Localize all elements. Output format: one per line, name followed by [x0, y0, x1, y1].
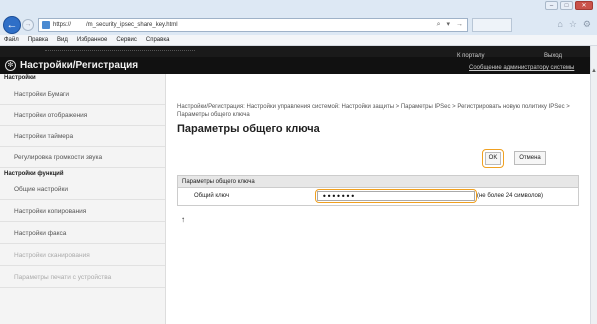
forward-arrow-icon: →: [24, 21, 32, 28]
admin-message-link[interactable]: Сообщение администратору системы: [469, 65, 574, 71]
back-arrow-icon: ←: [6, 19, 18, 31]
table-header: Параметры общего ключа: [178, 176, 578, 188]
gear-icon[interactable]: ⚙: [583, 19, 591, 30]
favicon-icon: [42, 21, 50, 29]
url-field[interactable]: https:// /m_security_ipsec_share_key.htm…: [38, 18, 468, 32]
minimize-button[interactable]: –: [545, 1, 558, 10]
sidebar-item-paper[interactable]: Настройки Бумаги: [0, 85, 165, 105]
sidebar-section-functions: Настройки функций: [4, 171, 64, 177]
dropdown-icon[interactable]: ▾: [447, 21, 451, 28]
to-portal-link[interactable]: К порталу: [457, 53, 484, 59]
search-icon[interactable]: ⌕: [437, 21, 441, 28]
sidebar-item-copy[interactable]: Настройки копирования: [0, 202, 165, 222]
table-row: Общий ключ (не более 24 символов): [178, 188, 578, 205]
header-blurred-text: [45, 50, 195, 53]
sidebar-section-settings: Настройки: [4, 75, 36, 81]
home-icon[interactable]: ⌂: [557, 19, 562, 30]
header-top-strip: [0, 46, 590, 57]
close-window-button[interactable]: ✕: [575, 1, 593, 10]
window-controls: – □ ✕: [545, 1, 593, 10]
scroll-up-icon[interactable]: ▲: [591, 68, 597, 76]
sidebar-item-common[interactable]: Общие настройки: [0, 180, 165, 200]
address-bar-row: ← → https:// /m_security_ipsec_share_key…: [0, 15, 597, 35]
shared-key-input[interactable]: [317, 191, 475, 201]
browser-menubar: Файл Правка Вид Избранное Сервис Справка: [0, 35, 597, 46]
ok-button-highlight: OK: [482, 149, 504, 168]
sidebar-item-timer[interactable]: Настройки таймера: [0, 127, 165, 147]
machine-logo-icon: ✼: [5, 60, 16, 71]
sidebar: Настройки Настройки Бумаги Настройки ото…: [0, 74, 166, 324]
page-scrollbar[interactable]: ▲: [590, 46, 597, 324]
menu-help[interactable]: Справка: [146, 37, 170, 43]
url-tools: ⌕ ▾ →: [433, 20, 463, 29]
ok-button[interactable]: OK: [485, 152, 501, 165]
cancel-button[interactable]: Отмена: [514, 151, 546, 165]
breadcrumb: Настройки/Регистрация: Настройки управле…: [177, 104, 570, 118]
sidebar-item-display[interactable]: Настройки отображения: [0, 106, 165, 126]
browser-toolbar-icons: ⌂ ☆ ⚙: [557, 19, 591, 30]
shared-key-label: Общий ключ: [194, 193, 230, 199]
browser-titlebar: – □ ✕: [0, 0, 597, 15]
back-button[interactable]: ←: [3, 16, 21, 34]
menu-file[interactable]: Файл: [4, 37, 19, 43]
sidebar-item-fax[interactable]: Настройки факса: [0, 224, 165, 244]
menu-edit[interactable]: Правка: [28, 37, 48, 43]
forward-button[interactable]: →: [22, 19, 34, 31]
shared-key-hint: (не более 24 символов): [477, 193, 544, 199]
shared-key-highlight: [315, 189, 477, 203]
page-title: Параметры общего ключа: [177, 123, 320, 135]
shared-key-table: Параметры общего ключа Общий ключ (не бо…: [177, 175, 579, 206]
sidebar-item-volume[interactable]: Регулировка громкости звука: [0, 148, 165, 168]
sidebar-item-scan[interactable]: Настройки сканирования: [0, 246, 165, 266]
logout-link[interactable]: Выход: [544, 53, 562, 59]
menu-favorites[interactable]: Избранное: [77, 37, 107, 43]
sidebar-item-print[interactable]: Параметры печати с устройства: [0, 268, 165, 288]
menu-tools[interactable]: Сервис: [116, 37, 137, 43]
star-icon[interactable]: ☆: [569, 19, 577, 30]
menu-view[interactable]: Вид: [57, 37, 68, 43]
back-to-top-icon[interactable]: ↑: [181, 215, 185, 224]
go-arrow-icon[interactable]: →: [456, 21, 463, 28]
url-text: https:// /m_security_ipsec_share_key.htm…: [53, 22, 178, 28]
app-title: Настройки/Регистрация: [20, 60, 139, 71]
maximize-button[interactable]: □: [560, 1, 573, 10]
browser-tab[interactable]: [472, 18, 512, 32]
